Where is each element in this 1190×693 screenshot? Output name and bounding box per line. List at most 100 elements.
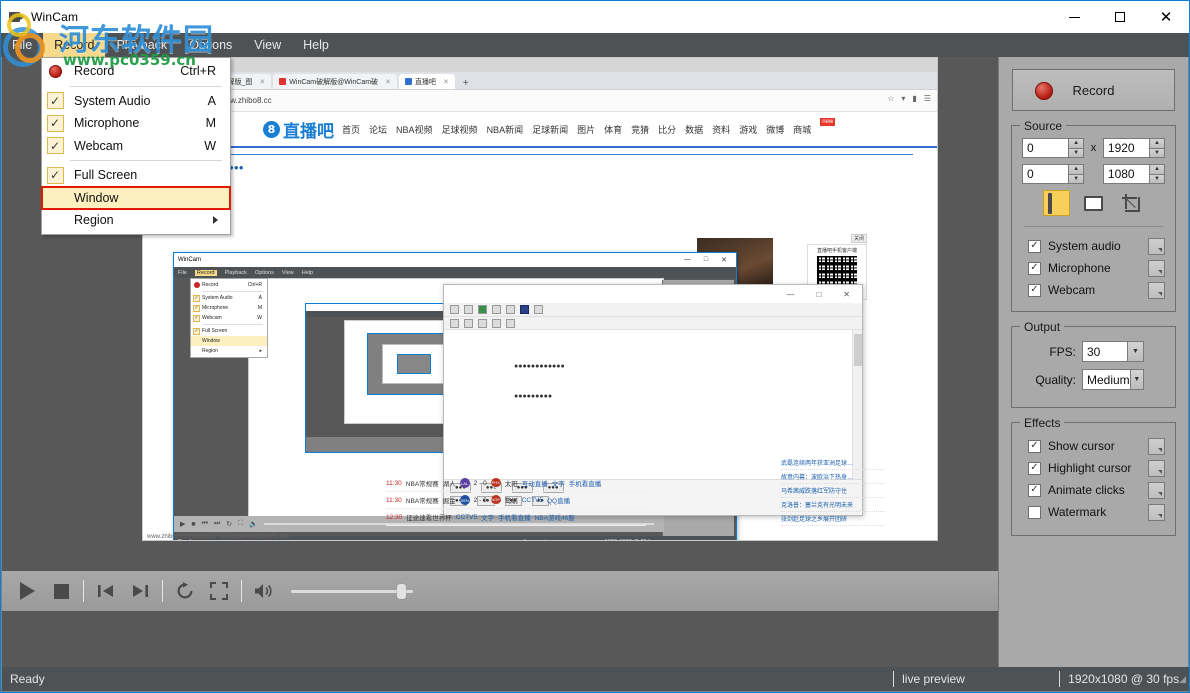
- quality-combobox[interactable]: Medium ▼: [1082, 369, 1144, 390]
- chevron-down-icon[interactable]: ▼: [1127, 342, 1143, 361]
- loop-icon[interactable]: ↻: [226, 520, 232, 528]
- fullscreen-button[interactable]: [202, 574, 236, 608]
- nested-menu-item-full-screen[interactable]: ✓ Full Screen: [191, 326, 267, 336]
- news-link[interactable]: NBA游戏46服: [535, 512, 575, 522]
- source-height-spinner[interactable]: 1080 ▲ ▼: [1102, 164, 1165, 184]
- group-icon[interactable]: [492, 318, 501, 328]
- stop-button[interactable]: [44, 574, 78, 608]
- side-news-item[interactable]: 张剑赴足球之乡展开团研: [781, 512, 885, 526]
- microphone-options-button[interactable]: [1148, 259, 1165, 277]
- news-link[interactable]: CCTV5: [456, 514, 477, 521]
- volume-button[interactable]: [247, 574, 281, 608]
- highlight-cursor-checkbox[interactable]: ✓: [1028, 461, 1041, 475]
- spin-down-icon[interactable]: ▼: [1068, 147, 1085, 158]
- menu-help[interactable]: Help: [292, 33, 340, 57]
- nested-menu-playback[interactable]: Playback: [225, 270, 247, 276]
- animate-clicks-options-button[interactable]: [1148, 481, 1165, 499]
- menu-options[interactable]: Options: [178, 33, 243, 57]
- show-cursor-row[interactable]: ✓ Show cursor: [1022, 435, 1165, 457]
- menu-item-window[interactable]: Window: [41, 185, 231, 210]
- close-icon[interactable]: ✕: [721, 256, 727, 264]
- menu-item-system-audio[interactable]: ✓ System Audio A: [42, 90, 230, 113]
- side-news-item[interactable]: 马希茜威跌落红军防守住: [781, 484, 885, 498]
- menu-file[interactable]: File: [1, 33, 43, 57]
- show-cursor-options-button[interactable]: [1148, 437, 1165, 455]
- tab-close-icon[interactable]: ✕: [259, 78, 265, 86]
- menu-item-full-screen[interactable]: ✓ Full Screen: [42, 164, 230, 187]
- menu-item-webcam[interactable]: ✓ Webcam W: [42, 135, 230, 158]
- nav-link[interactable]: 商城: [793, 123, 811, 136]
- close-icon[interactable]: ✕: [843, 290, 850, 299]
- resize-grip-icon[interactable]: ◢: [1179, 674, 1189, 685]
- nav-link[interactable]: 足球视频: [442, 123, 478, 136]
- watermark-checkbox[interactable]: [1028, 505, 1041, 519]
- tab-close-icon[interactable]: ✕: [385, 78, 391, 86]
- source-width-value[interactable]: 1920: [1102, 138, 1149, 158]
- image-icon[interactable]: [464, 305, 473, 314]
- news-link[interactable]: 手机看直播: [569, 478, 602, 488]
- stop-icon[interactable]: ■: [191, 521, 195, 528]
- source-mode-fullscreen[interactable]: [1043, 190, 1070, 216]
- system-audio-row[interactable]: ✓ System audio: [1022, 235, 1165, 257]
- news-link[interactable]: CCTV5: [522, 497, 543, 504]
- spin-down-icon[interactable]: ▼: [1068, 173, 1085, 184]
- skip-to-start-icon[interactable]: ⏮: [202, 520, 208, 528]
- menu-playback[interactable]: Playback: [105, 33, 178, 57]
- maximize-icon[interactable]: □: [816, 290, 821, 299]
- minimize-button[interactable]: [1051, 1, 1097, 33]
- fullscreen-icon[interactable]: ⛶: [238, 520, 243, 528]
- skip-start-button[interactable]: [89, 574, 123, 608]
- nested-menu-record[interactable]: Record: [194, 269, 217, 276]
- show-cursor-checkbox[interactable]: ✓: [1028, 439, 1041, 453]
- microphone-checkbox[interactable]: ✓: [1028, 261, 1041, 275]
- speaker-icon[interactable]: 🔊: [249, 520, 258, 528]
- chevron-down-icon[interactable]: ▼: [1129, 370, 1143, 389]
- help-icon[interactable]: [506, 318, 515, 328]
- tab-close-icon[interactable]: ✕: [443, 78, 449, 86]
- spin-up-icon[interactable]: ▲: [1068, 164, 1085, 174]
- loop-button[interactable]: [168, 574, 202, 608]
- export-icon[interactable]: [478, 318, 487, 328]
- nav-link[interactable]: 资料: [712, 123, 730, 136]
- play-button[interactable]: [10, 574, 44, 608]
- nav-link[interactable]: 微博: [766, 123, 784, 136]
- nav-link[interactable]: 首页: [342, 123, 360, 136]
- minimize-icon[interactable]: —: [684, 256, 691, 264]
- site-logo[interactable]: 8 直播吧: [263, 117, 334, 142]
- webcam-checkbox[interactable]: ✓: [1028, 283, 1041, 297]
- news-link[interactable]: QQ直播: [547, 495, 570, 505]
- nested-menu-item-system-audio[interactable]: ✓ System Audio A: [191, 293, 267, 303]
- side-news-item[interactable]: 故意内幕：波欧治下热身…: [781, 470, 885, 484]
- text-icon[interactable]: [520, 305, 529, 314]
- spin-down-icon[interactable]: ▼: [1149, 147, 1165, 158]
- menu-icon[interactable]: ☰: [924, 94, 931, 103]
- animate-clicks-row[interactable]: ✓ Animate clicks: [1022, 479, 1165, 501]
- side-news-item[interactable]: 克洛普：塞兰克有光明未来: [781, 498, 885, 512]
- undo-icon[interactable]: [450, 318, 459, 328]
- nested-menu-view[interactable]: View: [282, 270, 294, 276]
- nav-link[interactable]: 体育: [604, 123, 622, 136]
- nested-menu-item-webcam[interactable]: ✓ Webcam W: [191, 313, 267, 323]
- source-y-value[interactable]: 0: [1022, 164, 1069, 184]
- webcam-row[interactable]: ✓ Webcam: [1022, 279, 1165, 301]
- nav-link[interactable]: 比分: [658, 123, 676, 136]
- star-icon[interactable]: ☆: [887, 94, 894, 103]
- news-link[interactable]: 文字: [481, 512, 494, 522]
- news-link[interactable]: 互动直播: [522, 478, 548, 488]
- scrollbar-thumb[interactable]: [854, 334, 862, 366]
- skip-to-end-icon[interactable]: ⏭: [214, 520, 220, 528]
- line-icon[interactable]: [492, 305, 501, 314]
- play-icon[interactable]: ▶: [180, 520, 185, 528]
- spin-up-icon[interactable]: ▲: [1149, 138, 1165, 148]
- source-y-spinner[interactable]: 0 ▲ ▼: [1022, 164, 1085, 184]
- system-audio-checkbox[interactable]: ✓: [1028, 239, 1041, 253]
- nav-link[interactable]: 游戏: [739, 123, 757, 136]
- source-width-spinner[interactable]: 1920 ▲ ▼: [1102, 138, 1165, 158]
- nested-menu-item-record[interactable]: Record Ctrl+R: [191, 280, 267, 290]
- nav-link[interactable]: NBA新闻: [487, 123, 524, 136]
- pen-icon[interactable]: [534, 305, 543, 314]
- insert-icon[interactable]: [478, 305, 487, 314]
- browser-tab[interactable]: WinCam破解版@WinCam破 ✕: [273, 74, 397, 89]
- spin-up-icon[interactable]: ▲: [1149, 164, 1165, 174]
- nested-menu-item-region[interactable]: Region ▸: [191, 346, 267, 356]
